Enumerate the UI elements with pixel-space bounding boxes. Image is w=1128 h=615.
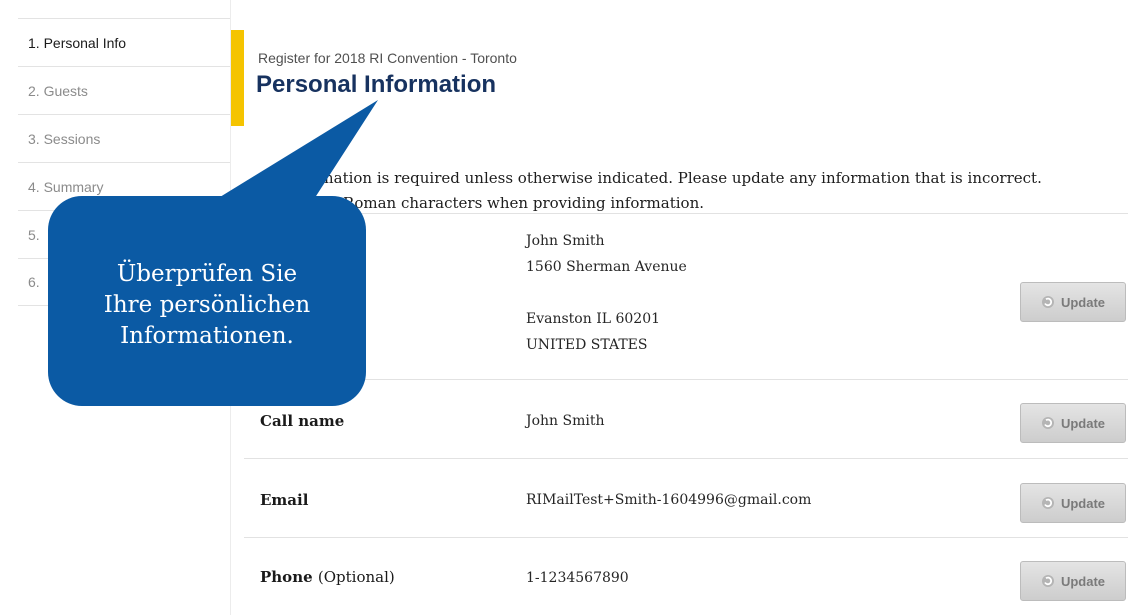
optional-note: (Optional)	[317, 568, 395, 586]
section-accent-bar	[231, 30, 244, 126]
callout-text: Überprüfen Sie Ihre persönlichen Informa…	[104, 259, 310, 352]
refresh-icon	[1041, 417, 1054, 429]
sidebar-item-label: 3. Sessions	[28, 130, 101, 147]
sidebar-item-personal-info[interactable]: 1. Personal Info	[18, 18, 230, 66]
address-line: UNITED STATES	[526, 337, 648, 353]
row-divider	[244, 213, 1128, 214]
update-email-button[interactable]: Update	[1020, 483, 1126, 523]
call-name-value: John Smith	[526, 413, 605, 429]
call-name-label: Call name	[260, 412, 345, 430]
address-line: 1560 Sherman Avenue	[526, 259, 687, 275]
address-line: John Smith	[526, 233, 605, 249]
row-divider	[244, 537, 1128, 538]
update-button-label: Update	[1060, 573, 1106, 589]
update-call-name-button[interactable]: Update	[1020, 403, 1126, 443]
refresh-icon	[1041, 497, 1054, 509]
intro-text: All information is required unless other…	[258, 166, 1124, 216]
intro-line-1: All information is required unless other…	[258, 169, 1042, 187]
address-value: John Smith 1560 Sherman Avenue Evanston …	[526, 228, 687, 358]
email-label: Email	[260, 491, 309, 509]
refresh-icon	[1041, 575, 1054, 587]
address-line: Evanston IL 60201	[526, 311, 661, 327]
update-address-button[interactable]: Update	[1020, 282, 1126, 322]
refresh-icon	[1041, 296, 1054, 308]
sidebar-item-label: 4. Summary	[28, 178, 104, 195]
update-button-label: Update	[1060, 415, 1106, 431]
callout-line: Informationen.	[120, 322, 294, 349]
phone-value: 1-1234567890	[526, 570, 629, 586]
address-blank-line	[526, 280, 687, 306]
callout-line: Überprüfen Sie	[116, 260, 298, 287]
sidebar-item-label: 6.	[28, 274, 40, 290]
row-divider	[244, 379, 1128, 380]
phone-label: Phone (Optional)	[260, 568, 395, 586]
sidebar-item-label: 2. Guests	[28, 82, 88, 99]
update-button-label: Update	[1060, 495, 1106, 511]
update-button-label: Update	[1060, 294, 1106, 310]
sidebar-item-guests[interactable]: 2. Guests	[18, 66, 230, 114]
callout-line: Ihre persönlichen	[103, 291, 311, 318]
sidebar-item-sessions[interactable]: 3. Sessions	[18, 114, 230, 162]
sidebar-item-label: 5.	[28, 226, 40, 243]
sidebar-item-label: 1. Personal Info	[28, 34, 127, 51]
update-phone-button[interactable]: Update	[1020, 561, 1126, 601]
email-value: RIMailTest+Smith-1604996@gmail.com	[526, 492, 812, 508]
phone-label-text: Phone	[260, 568, 313, 586]
callout-tooltip: Überprüfen Sie Ihre persönlichen Informa…	[48, 196, 366, 406]
page-subtitle: Register for 2018 RI Convention - Toront…	[258, 50, 517, 66]
page-title: Personal Information	[256, 71, 497, 98]
row-divider	[244, 458, 1128, 459]
